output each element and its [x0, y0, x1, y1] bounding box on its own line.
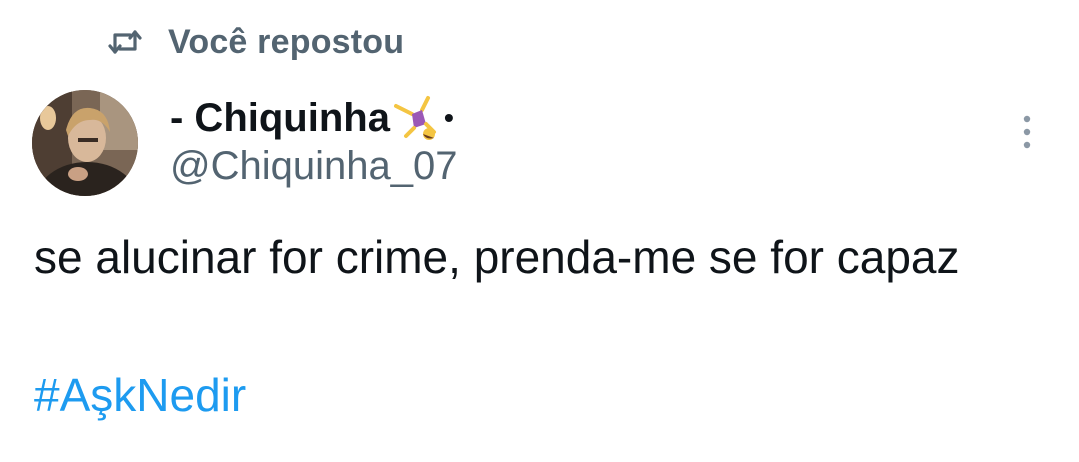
hashtag-link[interactable]: #AşkNedir: [34, 362, 246, 428]
more-vertical-icon: [1022, 114, 1032, 155]
repost-label: Você repostou: [168, 22, 405, 61]
author-name-row[interactable]: - Chiquinha •: [170, 92, 454, 144]
person-cartwheeling-emoji: [392, 94, 442, 142]
avatar[interactable]: [32, 90, 138, 196]
repost-icon: [108, 27, 142, 57]
separator-dot: •: [443, 102, 454, 133]
repost-indicator[interactable]: Você repostou: [108, 18, 404, 66]
more-options-button[interactable]: [1012, 112, 1042, 156]
display-name[interactable]: - Chiquinha: [170, 96, 390, 141]
author-handle[interactable]: @Chiquinha_07: [170, 144, 457, 189]
tweet-text: se alucinar for crime, prenda-me se for …: [34, 231, 960, 283]
